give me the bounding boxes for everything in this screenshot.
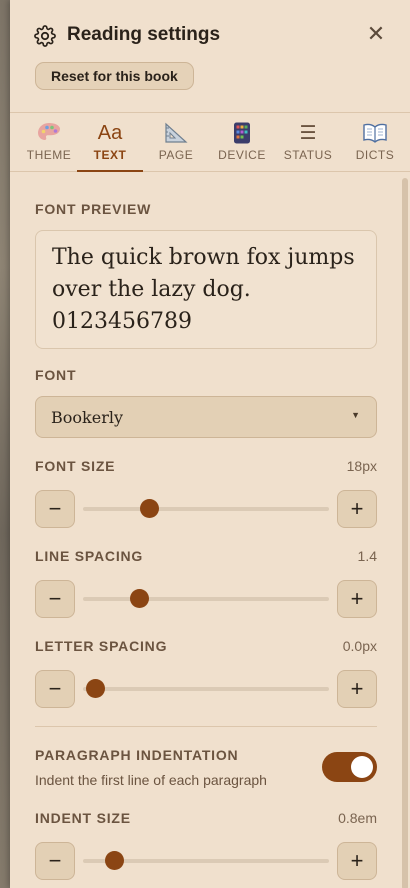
device-icon: [234, 122, 250, 144]
paragraph-indentation-toggle[interactable]: [322, 752, 377, 782]
letter-spacing-value: 0.0px: [342, 638, 377, 654]
reading-settings-panel: Reading settings ✕ Reset for this book T…: [10, 0, 410, 888]
tab-device[interactable]: DEVICE: [209, 113, 275, 171]
letter-spacing-decrease-button[interactable]: −: [35, 670, 75, 708]
section-divider: [35, 726, 377, 727]
font-size-decrease-button[interactable]: −: [35, 490, 75, 528]
line-spacing-slider-handle[interactable]: [130, 589, 150, 608]
letter-spacing-slider-handle[interactable]: [85, 679, 105, 698]
triangle-ruler-icon: [165, 122, 188, 143]
font-size-slider[interactable]: [83, 499, 329, 518]
tab-page-label: PAGE: [158, 148, 194, 162]
chevron-down-icon: ▼: [351, 410, 360, 420]
font-size-value: 18px: [346, 458, 377, 474]
font-preview-label: FONT PREVIEW: [35, 201, 152, 217]
indent-size-slider[interactable]: [83, 851, 329, 870]
font-size-increase-button[interactable]: +: [337, 490, 377, 528]
tab-text-label: TEXT: [93, 148, 127, 162]
line-spacing-increase-button[interactable]: +: [337, 580, 377, 618]
tab-theme-label: THEME: [26, 148, 72, 162]
line-spacing-label: LINE SPACING: [35, 548, 144, 564]
letter-spacing-increase-button[interactable]: +: [337, 670, 377, 708]
tab-dicts[interactable]: DICTS: [342, 113, 408, 171]
font-label: FONT: [35, 367, 77, 383]
indent-size-increase-button[interactable]: +: [337, 842, 377, 880]
text-icon: Aa: [97, 121, 123, 144]
line-spacing-slider[interactable]: [83, 589, 329, 608]
indent-size-decrease-button[interactable]: −: [35, 842, 75, 880]
reset-for-book-button[interactable]: Reset for this book: [35, 62, 194, 90]
gear-icon: [34, 25, 56, 47]
palette-icon: [38, 123, 60, 140]
tab-page[interactable]: PAGE: [143, 113, 209, 171]
scrollbar-thumb[interactable]: [402, 178, 408, 888]
tab-status-label: STATUS: [283, 148, 333, 162]
preview-line-1: The quick brown fox jumps: [52, 245, 355, 270]
open-book-icon: [363, 123, 387, 143]
toggle-knob: [351, 756, 373, 778]
tab-status[interactable]: ☰ STATUS: [275, 113, 341, 171]
tab-dicts-label: DICTS: [355, 148, 395, 162]
letter-spacing-slider[interactable]: [83, 679, 329, 698]
text-settings-content: FONT PREVIEW The quick brown fox jumps o…: [10, 172, 410, 888]
indent-size-label: INDENT SIZE: [35, 810, 131, 826]
indent-size-value: 0.8em: [338, 810, 377, 826]
font-size-slider-handle[interactable]: [139, 499, 159, 518]
panel-header: Reading settings ✕ Reset for this book: [10, 0, 410, 113]
font-preview-box: The quick brown fox jumps over the lazy …: [35, 230, 377, 349]
paragraph-indentation-label: PARAGRAPH INDENTATION: [35, 747, 239, 763]
preview-line-2: over the lazy dog.: [52, 277, 251, 302]
paragraph-indentation-description: Indent the first line of each paragraph: [35, 772, 267, 788]
letter-spacing-label: LETTER SPACING: [35, 638, 168, 654]
font-select-value: Bookerly: [51, 408, 123, 427]
font-select[interactable]: Bookerly ▼: [35, 396, 377, 438]
preview-line-3: 0123456789: [52, 309, 192, 334]
close-icon[interactable]: ✕: [364, 22, 388, 46]
tab-theme[interactable]: THEME: [16, 113, 82, 171]
line-spacing-value: 1.4: [357, 548, 377, 564]
settings-tabs: THEME Aa TEXT PAGE DEVICE ☰ STATUS DICTS: [10, 113, 410, 172]
tab-device-label: DEVICE: [218, 148, 266, 162]
font-size-label: FONT SIZE: [35, 458, 116, 474]
line-spacing-decrease-button[interactable]: −: [35, 580, 75, 618]
panel-title: Reading settings: [67, 24, 221, 45]
tab-text[interactable]: Aa TEXT: [77, 113, 143, 172]
content-scrollbar[interactable]: [401, 172, 409, 888]
indent-size-slider-handle[interactable]: [105, 851, 125, 870]
menu-lines-icon: ☰: [299, 122, 317, 144]
